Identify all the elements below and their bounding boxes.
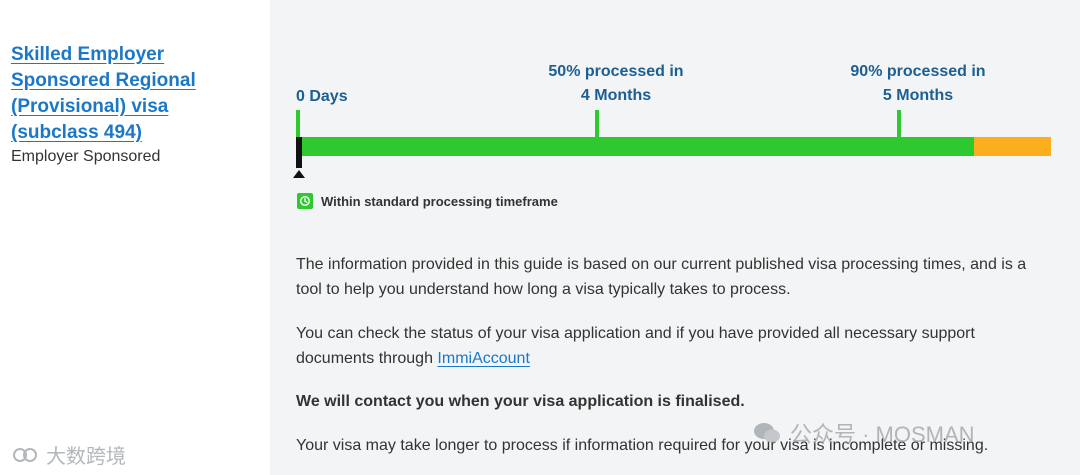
watermark-right-text: 公众号 · MOSMAN xyxy=(790,422,975,447)
milestone-50-line1: 50% processed in xyxy=(548,63,684,80)
milestone-50-tick xyxy=(595,110,599,138)
processing-timeline-bar xyxy=(296,137,1051,156)
clock-check-icon xyxy=(297,193,313,209)
watermark-left-text: 大数跨境 xyxy=(46,446,126,468)
contact-notice: We will contact you when your visa appli… xyxy=(296,393,745,410)
timeline-start-text: 0 Days xyxy=(296,88,348,105)
watermark-left-logo-icon xyxy=(12,445,40,465)
timeline-start-label: 0 Days xyxy=(296,85,348,109)
wechat-icon xyxy=(752,420,782,446)
watermark-right: 公众号 · MOSMAN xyxy=(752,417,975,449)
visa-category: Employer Sponsored xyxy=(11,148,161,165)
status-check-text: You can check the status of your visa ap… xyxy=(296,325,975,367)
timeline-start-tick xyxy=(296,110,300,138)
immiaccount-link[interactable]: ImmiAccount xyxy=(437,350,529,367)
status-indicator: Within standard processing timeframe xyxy=(297,193,558,209)
milestone-50-label: 50% processed in 4 Months xyxy=(546,60,686,108)
milestone-50-line2: 4 Months xyxy=(580,87,652,104)
beyond-timeframe-segment xyxy=(974,137,1051,156)
status-check-paragraph: You can check the status of your visa ap… xyxy=(296,321,1056,371)
milestone-90-label: 90% processed in 5 Months xyxy=(848,60,988,108)
visa-title[interactable]: Skilled Employer Sponsored Regional (Pro… xyxy=(11,42,211,146)
status-text: Within standard processing timeframe xyxy=(321,193,558,209)
current-position-marker xyxy=(296,137,302,168)
visa-title-link[interactable]: Skilled Employer Sponsored Regional (Pro… xyxy=(11,44,196,143)
info-paragraph: The information provided in this guide i… xyxy=(296,256,1027,298)
milestone-90-tick xyxy=(897,110,901,138)
milestone-90-line1: 90% processed in xyxy=(850,63,986,80)
current-position-arrow xyxy=(293,170,305,178)
visa-info-panel: Skilled Employer Sponsored Regional (Pro… xyxy=(0,0,270,475)
within-timeframe-segment xyxy=(296,137,974,156)
milestone-90-line2: 5 Months xyxy=(882,87,954,104)
watermark-left: 大数跨境 xyxy=(12,440,126,469)
